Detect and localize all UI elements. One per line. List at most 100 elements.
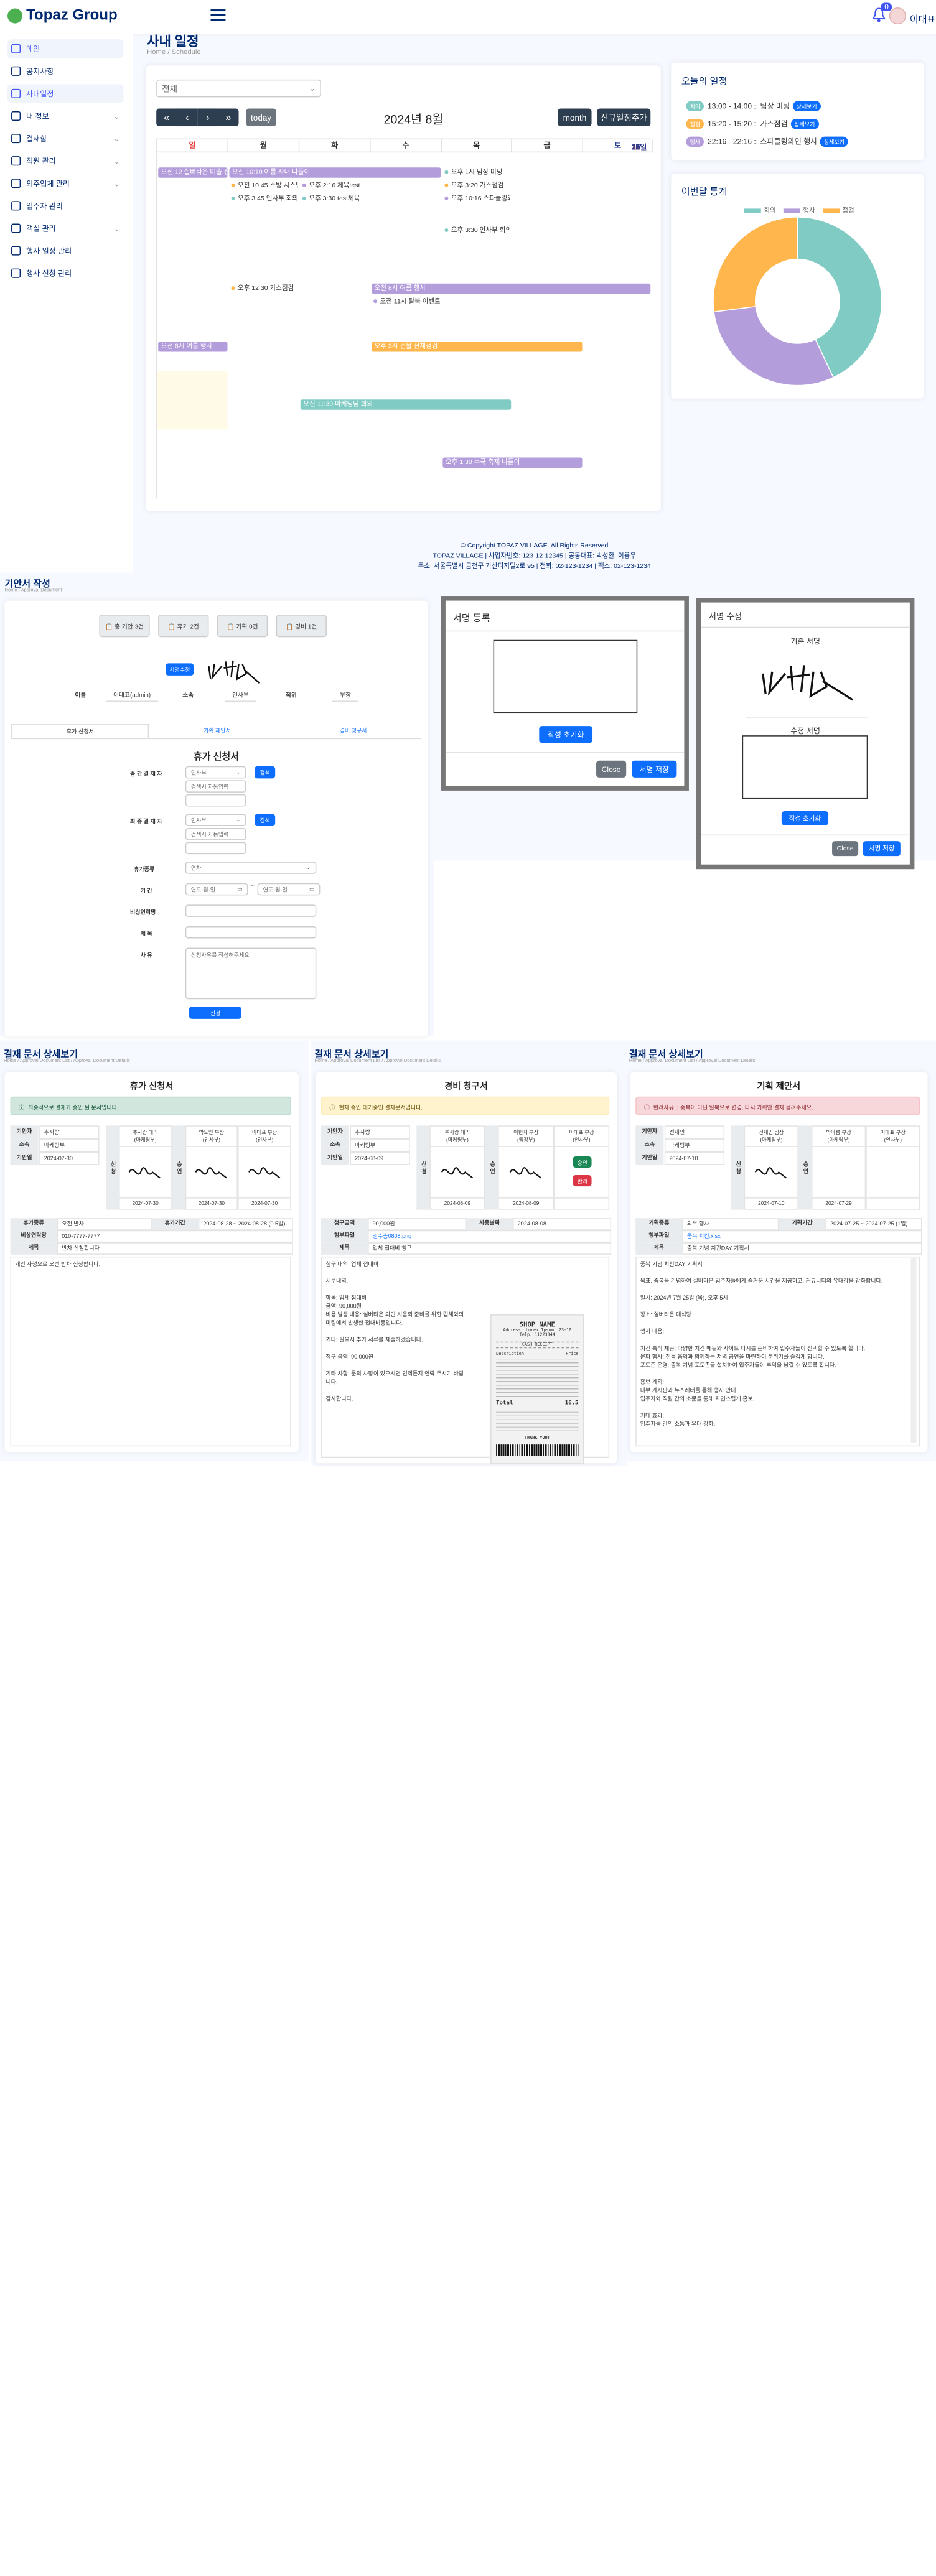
save-sign-button[interactable]: 서명 저장 bbox=[632, 760, 677, 778]
prev-year-button[interactable]: « bbox=[156, 108, 177, 127]
reject-button[interactable]: 반려 bbox=[573, 1175, 592, 1187]
form-tab-0[interactable]: 휴가 신청서 bbox=[11, 724, 149, 738]
sidebar-item-4[interactable]: 결재함 ⌄ bbox=[7, 129, 123, 148]
reset-sign-button[interactable]: 작성 초기화 bbox=[539, 726, 593, 743]
calendar-day-cell[interactable]: 1일 bbox=[157, 143, 647, 430]
calendar-event-item[interactable]: 오후 1시 팀장 미팅 bbox=[444, 167, 510, 177]
form-tab-2[interactable]: 경비 청구서 bbox=[285, 724, 421, 738]
calendar-day-cell[interactable]: 2일 bbox=[157, 143, 647, 487]
notification-button[interactable]: 0 bbox=[872, 2, 892, 24]
body-textarea[interactable]: 중복 기념 치킨DAY 기획서 목표: 중복을 기념하여 실버타운 입주자들에게 … bbox=[640, 1261, 910, 1430]
calendar-event-bar[interactable]: 오전 11:30 마케팅팀 회의 bbox=[300, 399, 512, 410]
final-dept-select[interactable]: 인사부 ⌄ bbox=[185, 814, 246, 827]
user-name[interactable]: 이대표 bbox=[910, 11, 936, 26]
breadcrumb-item[interactable]: Home bbox=[629, 1058, 642, 1064]
calendar-event-item[interactable]: 오후 3:45 인사부 회의 bbox=[231, 193, 297, 203]
reset-sign-button[interactable]: 작성 초기화 bbox=[781, 811, 829, 825]
sidebar-item-7[interactable]: 입주자 관리 bbox=[7, 197, 123, 215]
calendar-day-cell[interactable]: 4일 bbox=[157, 143, 647, 2402]
breadcrumb-home[interactable]: Home bbox=[5, 588, 17, 593]
calendar-day-cell[interactable]: 25일 bbox=[157, 143, 647, 1821]
mid-dept-select[interactable]: 인사부 ⌄ bbox=[185, 766, 246, 779]
today-schedule-item[interactable]: 행사 22:16 - 22:16 :: 스파클링와인 행사 상세보기 bbox=[686, 133, 849, 151]
calendar-event-bar[interactable]: 오후 1:30 수국 축제 나들이 bbox=[442, 457, 583, 468]
sidebar-item-0[interactable]: 메인 bbox=[7, 39, 124, 58]
calendar-event-item[interactable]: 오전 11시 탈북 이벤트 bbox=[373, 297, 440, 306]
calendar-event-bar[interactable]: 오후 3시 건물 전체점검 bbox=[372, 341, 583, 352]
calendar-event-bar[interactable]: 오전 10:10 여름 사내 나들이 bbox=[229, 167, 441, 178]
add-schedule-button[interactable]: 신규일정추가 bbox=[597, 108, 651, 127]
calendar-day-cell[interactable]: 30일 bbox=[157, 143, 647, 2111]
today-button[interactable]: today bbox=[246, 108, 276, 127]
submit-button[interactable]: 신청 bbox=[189, 1007, 242, 1019]
counter-button[interactable]: 📋 휴가 2건 bbox=[158, 615, 209, 638]
hamburger-icon[interactable] bbox=[210, 7, 226, 22]
reason-textarea[interactable]: 신청사유를 작성해주세요 bbox=[185, 947, 317, 1000]
close-button[interactable]: Close bbox=[596, 760, 627, 778]
calendar-event-item[interactable]: 오후 3:20 가스점검 bbox=[444, 180, 510, 190]
subject-input[interactable] bbox=[185, 926, 317, 939]
body-textarea[interactable]: 청구 내역: 업체 접대비 세부내역: 항목: 업체 접대비 금액: 90,000원 비… bbox=[325, 1261, 466, 1404]
sidebar-item-3[interactable]: 내 정보 ⌄ bbox=[7, 106, 123, 125]
counter-button[interactable]: 📋 기획 0건 bbox=[217, 615, 268, 638]
calendar-day-cell[interactable]: 21일 bbox=[157, 143, 647, 1589]
close-button[interactable]: Close bbox=[832, 841, 859, 857]
calendar-day-cell[interactable]: 7일 bbox=[157, 143, 647, 2575]
calendar-day-cell[interactable]: 30일 bbox=[157, 143, 647, 314]
calendar-event-item[interactable]: 오후 2:16 체육test bbox=[302, 180, 369, 190]
signature-canvas[interactable] bbox=[493, 639, 638, 714]
sidebar-item-6[interactable]: 외주업체 관리 ⌄ bbox=[7, 174, 123, 193]
field-value[interactable]: 중복 치킨.xlsx bbox=[682, 1230, 922, 1243]
calendar-day-cell[interactable]: 24일 bbox=[157, 143, 647, 1764]
avatar[interactable] bbox=[889, 7, 906, 25]
calendar-event-item[interactable]: 오후 10:16 스파클링와 bbox=[444, 193, 510, 203]
phone-input[interactable] bbox=[185, 904, 317, 917]
brand-name[interactable]: Topaz Group bbox=[26, 7, 118, 24]
next-month-button[interactable]: › bbox=[197, 108, 218, 127]
calendar-day-cell[interactable]: 3일 bbox=[157, 143, 647, 546]
calendar-event-bar[interactable]: 오전 8시 여름 행사 bbox=[158, 341, 228, 352]
leave-type-select[interactable]: 연차 ⌄ bbox=[185, 862, 317, 874]
mid-approver-input-2[interactable] bbox=[185, 794, 246, 807]
breadcrumb-item[interactable]: Home bbox=[314, 1058, 327, 1064]
calendar-day-cell[interactable]: 1일 bbox=[157, 143, 647, 2228]
calendar-day-cell[interactable]: 3일 bbox=[157, 143, 647, 2343]
calendar-event-bar[interactable]: 오전 12 실버타운 미술 전 bbox=[158, 167, 228, 178]
calendar-event-item[interactable]: 오후 3:30 test체육 bbox=[302, 193, 369, 203]
calendar-day-cell[interactable]: 6일 bbox=[157, 143, 647, 2518]
month-view-button[interactable]: month bbox=[558, 108, 592, 127]
sign-edit-button[interactable]: 서명수정 bbox=[166, 663, 194, 676]
final-search-button[interactable]: 검색 bbox=[255, 814, 276, 827]
breadcrumb-item[interactable]: Approval Document List bbox=[645, 1058, 695, 1064]
today-schedule-item[interactable]: 점검 15:20 - 15:20 :: 가스점검 상세보기 bbox=[686, 115, 848, 133]
calendar-day-cell[interactable]: 29일 bbox=[157, 143, 647, 255]
start-date-input[interactable]: 연도-월-일 ▭ bbox=[185, 883, 248, 896]
field-value[interactable]: 영수증0808.png bbox=[368, 1230, 612, 1243]
breadcrumb-item[interactable]: Home bbox=[4, 1058, 16, 1064]
mid-approver-input[interactable]: 검색시 자동입력 bbox=[185, 780, 246, 793]
final-approver-input[interactable]: 검색시 자동입력 bbox=[185, 828, 246, 840]
counter-button[interactable]: 📋 총 기안 3건 bbox=[99, 615, 150, 638]
today-schedule-item[interactable]: 회의 13:00 - 14:00 :: 팀장 미팅 상세보기 bbox=[686, 97, 848, 115]
counter-button[interactable]: 📋 경비 1건 bbox=[276, 615, 327, 638]
calendar-day-cell[interactable]: 31일 bbox=[157, 143, 647, 2170]
calendar-event-bar[interactable]: 오전 8시 여름 행사 bbox=[372, 283, 651, 294]
approve-button[interactable]: 승인 bbox=[573, 1156, 592, 1168]
mid-search-button[interactable]: 검색 bbox=[255, 766, 276, 779]
calendar-day-cell[interactable]: 23일 bbox=[157, 143, 647, 1706]
calendar-event-item[interactable]: 오후 12:30 가스점검 bbox=[231, 284, 297, 293]
sidebar-item-8[interactable]: 객실 관리 ⌄ bbox=[7, 219, 123, 238]
detail-badge[interactable]: 상세보기 bbox=[792, 101, 821, 111]
prev-month-button[interactable]: ‹ bbox=[177, 108, 198, 127]
calendar-day-cell[interactable]: 29일 bbox=[157, 143, 647, 2053]
sidebar-item-5[interactable]: 직원 관리 ⌄ bbox=[7, 152, 123, 170]
final-approver-input-2[interactable] bbox=[185, 842, 246, 855]
end-date-input[interactable]: 연도-월-일 ▭ bbox=[257, 883, 321, 896]
calendar-day-cell[interactable]: 26일 bbox=[157, 143, 647, 1879]
sidebar-item-1[interactable]: 공지사항 bbox=[7, 62, 123, 80]
detail-badge[interactable]: 상세보기 bbox=[790, 119, 819, 129]
day-number[interactable]: 7일 bbox=[635, 142, 647, 153]
next-year-button[interactable]: » bbox=[218, 108, 239, 127]
save-sign-button[interactable]: 서명 저장 bbox=[863, 841, 901, 857]
calendar-event-item[interactable]: 오후 3:30 인사부 회의 bbox=[444, 225, 510, 235]
